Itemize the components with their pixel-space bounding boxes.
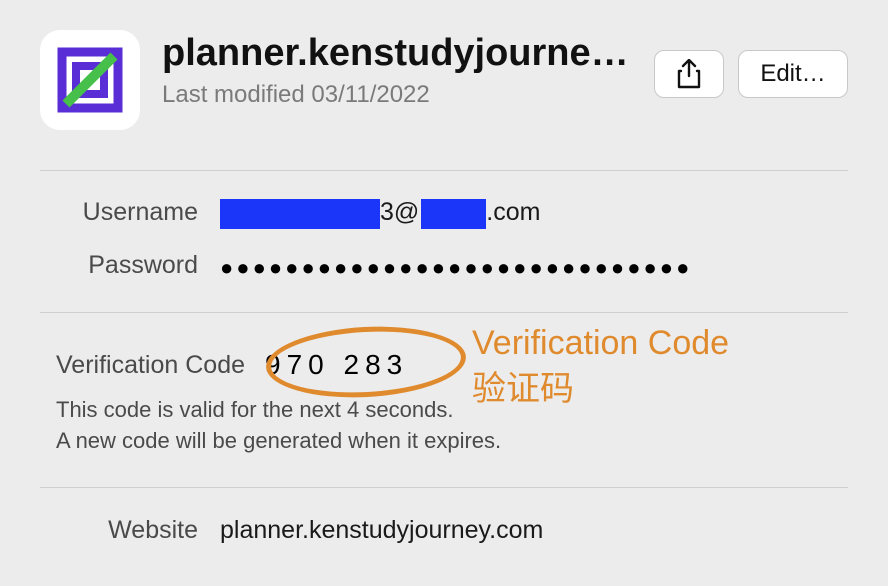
username-label: Username xyxy=(40,198,220,227)
username-suffix: .com xyxy=(486,198,540,227)
annotation-text: Verification Code 验证码 xyxy=(472,321,729,413)
username-at: 3@ xyxy=(380,198,419,227)
password-label: Password xyxy=(40,251,220,280)
edit-button-label: Edit… xyxy=(760,60,825,88)
credentials-section: Username 3@ .com Password ●●●●●●●●●●●●●●●… xyxy=(40,171,848,313)
verification-label: Verification Code xyxy=(40,351,245,380)
annotation-zh: 验证码 xyxy=(472,367,729,413)
verification-section: Verification Code 970 283 Verification C… xyxy=(40,313,848,488)
website-label: Website xyxy=(40,516,220,545)
edit-button[interactable]: Edit… xyxy=(738,50,848,98)
redacted-domain-part xyxy=(421,199,486,229)
verification-note-1: This code is valid for the next 4 second… xyxy=(56,395,848,426)
verification-note-2: A new code will be generated when it exp… xyxy=(56,426,848,457)
verification-code[interactable]: 970 283 xyxy=(265,349,408,381)
website-value[interactable]: planner.kenstudyjourney.com xyxy=(220,516,543,545)
last-modified: Last modified 03/11/2022 xyxy=(162,81,632,109)
share-icon xyxy=(676,59,702,89)
annotation-en: Verification Code xyxy=(472,321,729,367)
website-section: Website planner.kenstudyjourney.com xyxy=(40,488,848,573)
password-value[interactable]: ●●●●●●●●●●●●●●●●●●●●●●●●●●●●● xyxy=(220,255,692,281)
page-title: planner.kenstudyjourne… xyxy=(162,32,632,75)
username-value[interactable]: 3@ .com xyxy=(220,197,540,227)
planner-logo-icon xyxy=(56,46,124,114)
header: planner.kenstudyjourne… Last modified 03… xyxy=(40,30,848,171)
redacted-username-part xyxy=(220,199,380,229)
app-icon xyxy=(40,30,140,130)
share-button[interactable] xyxy=(654,50,724,98)
